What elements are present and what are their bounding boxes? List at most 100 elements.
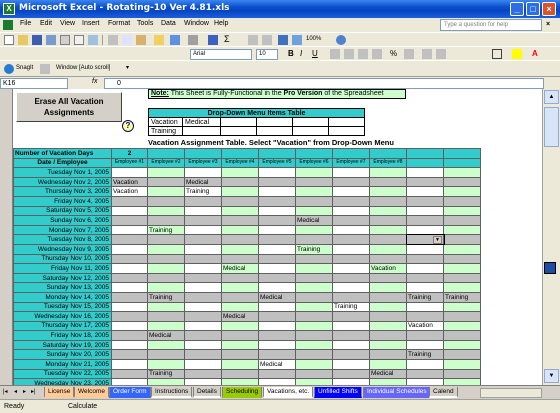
assignment-cell[interactable] bbox=[147, 243, 185, 255]
assignment-cell[interactable] bbox=[221, 359, 259, 370]
assignment-cell[interactable] bbox=[406, 195, 444, 207]
assignment-cell[interactable] bbox=[295, 301, 333, 313]
assignment-cell[interactable] bbox=[258, 195, 296, 207]
assignment-cell[interactable] bbox=[369, 205, 407, 217]
scroll-up-icon[interactable]: ▲ bbox=[544, 90, 559, 104]
assignment-cell[interactable] bbox=[184, 253, 222, 265]
assignment-cell[interactable] bbox=[258, 224, 296, 236]
assignment-cell[interactable] bbox=[369, 176, 407, 188]
assignment-cell[interactable] bbox=[369, 195, 407, 207]
assignment-cell[interactable] bbox=[111, 195, 148, 207]
font-size-select[interactable]: 10 bbox=[256, 49, 278, 60]
assignment-cell[interactable] bbox=[184, 359, 222, 370]
assignment-cell[interactable] bbox=[332, 167, 370, 178]
copy-icon[interactable] bbox=[122, 35, 132, 45]
maximize-button[interactable]: □ bbox=[526, 2, 540, 16]
next-tab-icon[interactable]: ▸ bbox=[23, 388, 26, 395]
assignment-cell[interactable] bbox=[443, 176, 481, 188]
format-painter-icon[interactable] bbox=[154, 35, 164, 45]
cut-icon[interactable] bbox=[108, 35, 118, 45]
assignment-cell[interactable] bbox=[147, 195, 185, 207]
assignment-cell[interactable] bbox=[147, 167, 185, 178]
assignment-cell[interactable]: Training bbox=[147, 291, 185, 303]
assignment-cell[interactable] bbox=[221, 368, 259, 380]
prev-tab-icon[interactable]: ◂ bbox=[14, 388, 17, 395]
assignment-cell[interactable] bbox=[221, 291, 259, 303]
assignment-cell[interactable] bbox=[332, 272, 370, 284]
sheet-tab[interactable]: Order Form bbox=[109, 387, 151, 398]
assignment-cell[interactable]: Vacation bbox=[406, 320, 444, 332]
vacation-days-value[interactable]: 2 bbox=[111, 148, 148, 159]
assignment-cell[interactable] bbox=[221, 349, 259, 361]
help-search-input[interactable]: Type a question for help bbox=[440, 19, 542, 31]
sheet-tab[interactable]: Details bbox=[193, 387, 221, 398]
assignment-cell[interactable] bbox=[147, 320, 185, 332]
assignment-cell[interactable] bbox=[147, 301, 185, 313]
assignment-cell[interactable] bbox=[295, 253, 333, 265]
assignment-cell[interactable] bbox=[184, 349, 222, 361]
assignment-cell[interactable] bbox=[184, 291, 222, 303]
assignment-cell[interactable] bbox=[111, 311, 148, 322]
assignment-cell[interactable] bbox=[258, 320, 296, 332]
assignment-cell[interactable] bbox=[369, 224, 407, 236]
assignment-cell[interactable] bbox=[111, 167, 148, 178]
assignment-cell[interactable] bbox=[406, 224, 444, 236]
assignment-cell[interactable] bbox=[295, 167, 333, 178]
menu-view[interactable]: View bbox=[60, 20, 75, 27]
assignment-cell[interactable] bbox=[295, 339, 333, 351]
assignment-cell[interactable] bbox=[147, 234, 185, 245]
assignment-cell[interactable]: Medical bbox=[221, 263, 259, 274]
permission-icon[interactable] bbox=[46, 35, 56, 45]
assignment-cell[interactable] bbox=[258, 253, 296, 265]
menu-edit[interactable]: Edit bbox=[40, 20, 52, 27]
assignment-cell[interactable] bbox=[443, 349, 481, 361]
assignment-cell[interactable]: Training bbox=[147, 368, 185, 380]
underline-icon[interactable]: U bbox=[312, 49, 322, 59]
assignment-cell[interactable] bbox=[184, 339, 222, 351]
assignment-cell[interactable] bbox=[332, 291, 370, 303]
spelling-icon[interactable] bbox=[88, 35, 98, 45]
assignment-cell[interactable]: Vacation bbox=[369, 263, 407, 274]
assignment-cell[interactable] bbox=[221, 272, 259, 284]
assignment-cell[interactable] bbox=[406, 311, 444, 322]
assignment-cell[interactable] bbox=[111, 205, 148, 217]
assignment-cell[interactable] bbox=[369, 291, 407, 303]
assignment-cell[interactable] bbox=[184, 330, 222, 341]
assignment-cell[interactable] bbox=[184, 272, 222, 284]
workbook-icon[interactable] bbox=[3, 20, 13, 30]
assignment-cell[interactable] bbox=[258, 263, 296, 274]
assignment-cell[interactable] bbox=[369, 339, 407, 351]
assignment-cell[interactable] bbox=[295, 282, 333, 293]
assignment-cell[interactable] bbox=[111, 234, 148, 245]
assignment-cell[interactable] bbox=[332, 311, 370, 322]
assignment-cell[interactable] bbox=[147, 349, 185, 361]
horizontal-scrollbar[interactable] bbox=[480, 388, 542, 398]
assignment-cell[interactable] bbox=[443, 263, 481, 274]
sheet-tab[interactable]: Vacations, etc. bbox=[263, 387, 314, 398]
fill-color-icon[interactable] bbox=[512, 49, 522, 59]
assignment-cell[interactable]: Training bbox=[184, 186, 222, 197]
assignment-cell[interactable] bbox=[184, 205, 222, 217]
assignment-cell[interactable] bbox=[332, 368, 370, 380]
sheet-tab[interactable]: Individual Schedules bbox=[363, 387, 431, 398]
assignment-cell[interactable]: Training bbox=[406, 349, 444, 361]
assignment-cell[interactable]: Medical bbox=[369, 368, 407, 380]
assignment-cell[interactable] bbox=[258, 243, 296, 255]
italic-icon[interactable]: I bbox=[300, 49, 310, 59]
assignment-cell[interactable]: Medical bbox=[258, 359, 296, 370]
assignment-cell[interactable] bbox=[406, 339, 444, 351]
help-icon[interactable] bbox=[336, 35, 346, 45]
assignment-cell[interactable] bbox=[184, 167, 222, 178]
assignment-cell[interactable] bbox=[443, 368, 481, 380]
assignment-cell[interactable] bbox=[332, 282, 370, 293]
scroll-thumb[interactable] bbox=[544, 107, 559, 147]
assignment-cell[interactable] bbox=[406, 205, 444, 217]
assignment-cell[interactable] bbox=[111, 349, 148, 361]
paste-icon[interactable] bbox=[136, 35, 146, 45]
assignment-cell[interactable] bbox=[443, 234, 481, 245]
assignment-cell[interactable] bbox=[258, 339, 296, 351]
assignment-cell[interactable] bbox=[295, 359, 333, 370]
question-icon[interactable]: ? bbox=[122, 120, 134, 132]
assignment-cell[interactable] bbox=[221, 320, 259, 332]
assignment-cell[interactable] bbox=[184, 320, 222, 332]
